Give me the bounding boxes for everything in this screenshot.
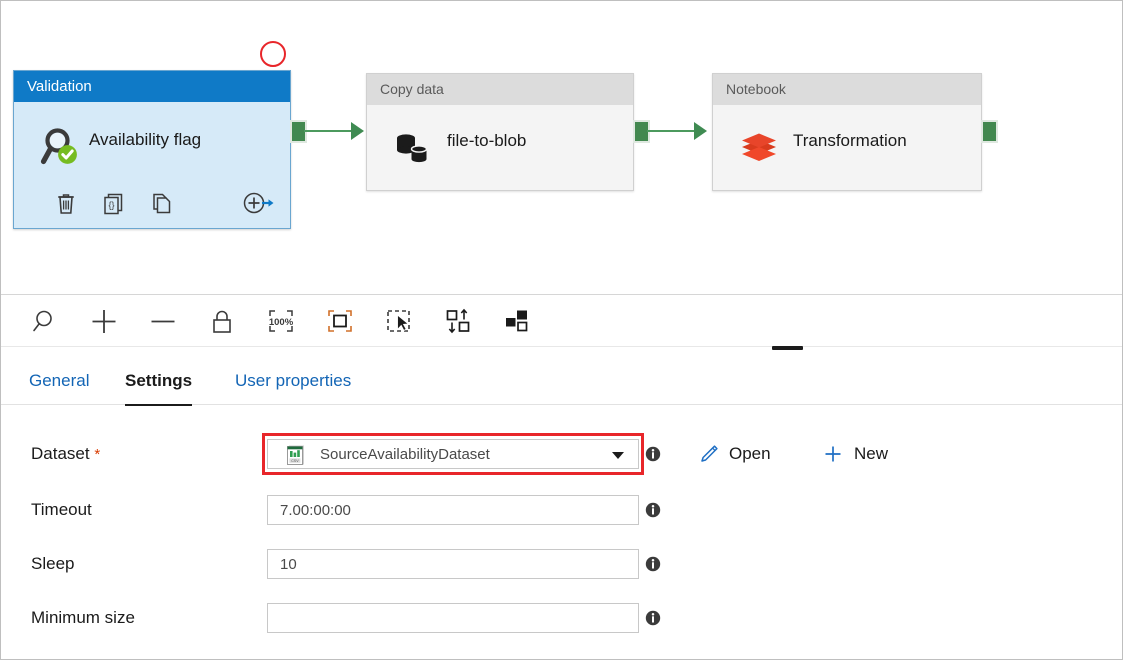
pipeline-editor: Validation Availability flag {} Copy dat… xyxy=(0,0,1123,660)
timeout-input[interactable]: 7.00:00:00 xyxy=(267,495,639,525)
form-row-sleep: Sleep 10 xyxy=(1,549,1122,579)
csv-file-icon: CSV xyxy=(286,444,308,466)
minimum-size-input[interactable] xyxy=(267,603,639,633)
node-body: Availability flag {} xyxy=(14,102,290,228)
node-name-label: file-to-blob xyxy=(447,131,527,150)
connector-output-notebook[interactable] xyxy=(981,120,998,143)
sleep-input[interactable]: 10 xyxy=(267,549,639,579)
connector-line-2 xyxy=(647,130,697,132)
activity-node-validation[interactable]: Validation Availability flag {} xyxy=(13,70,291,229)
auto-align-icon[interactable] xyxy=(440,304,476,338)
connector-line-1 xyxy=(304,130,354,132)
chevron-down-icon[interactable] xyxy=(612,452,624,459)
svg-text:CSV: CSV xyxy=(291,459,299,463)
node-type-label: Validation xyxy=(14,71,290,102)
trash-icon[interactable] xyxy=(52,189,80,217)
svg-text:{}: {} xyxy=(108,200,114,210)
node-type-label: Copy data xyxy=(367,74,633,105)
timeout-label: Timeout xyxy=(31,500,92,519)
connector-arrow-1 xyxy=(351,122,364,140)
properties-tabs: General Settings User properties xyxy=(1,357,1122,406)
sleep-value: 10 xyxy=(280,556,297,573)
add-arrow-icon[interactable] xyxy=(242,189,276,217)
sleep-label: Sleep xyxy=(31,554,75,573)
plus-icon[interactable] xyxy=(86,304,122,338)
info-icon-timeout[interactable] xyxy=(645,502,661,518)
pipeline-canvas[interactable]: Validation Availability flag {} Copy dat… xyxy=(1,1,1122,295)
node-layout-icon[interactable] xyxy=(499,304,535,338)
fit-to-screen-icon[interactable] xyxy=(322,304,358,338)
timeout-value: 7.00:00:00 xyxy=(280,502,351,519)
database-copy-icon xyxy=(391,127,435,171)
svg-text:100%: 100% xyxy=(269,317,294,328)
info-icon-dataset[interactable] xyxy=(645,446,661,462)
dataset-label-text: Dataset xyxy=(31,444,90,463)
databricks-layers-icon xyxy=(737,127,781,171)
magnifier-check-icon xyxy=(38,124,84,170)
code-braces-icon[interactable]: {} xyxy=(99,189,127,217)
new-dataset-button[interactable]: New xyxy=(854,439,888,469)
node-action-bar: {} xyxy=(14,189,290,219)
node-body: Transformation xyxy=(713,105,981,190)
lock-icon[interactable] xyxy=(204,304,240,338)
node-type-label: Notebook xyxy=(713,74,981,105)
required-marker: * xyxy=(94,446,101,463)
info-icon-minimum-size[interactable] xyxy=(645,610,661,626)
form-row-dataset: Dataset * CSV SourceAvailabilityDataset … xyxy=(1,433,1122,475)
form-row-timeout: Timeout 7.00:00:00 xyxy=(1,495,1122,525)
minus-icon[interactable] xyxy=(145,304,181,338)
minimum-size-label: Minimum size xyxy=(31,608,135,627)
node-name-label: Availability flag xyxy=(89,130,202,149)
tab-general[interactable]: General xyxy=(29,357,89,404)
tab-settings[interactable]: Settings xyxy=(125,357,193,406)
settings-form: Dataset * CSV SourceAvailabilityDataset … xyxy=(1,405,1122,659)
panel-resize-handle[interactable] xyxy=(772,346,803,350)
info-icon-sleep[interactable] xyxy=(645,556,661,572)
dataset-label: Dataset * xyxy=(31,439,100,470)
zoom-100-percent-icon[interactable]: 100% xyxy=(263,304,299,338)
activity-node-copy-data[interactable]: Copy data file-to-blob xyxy=(366,73,634,191)
marquee-select-icon[interactable] xyxy=(381,304,417,338)
open-dataset-button[interactable]: Open xyxy=(729,439,771,469)
annotation-circle xyxy=(260,41,286,67)
connector-arrow-2 xyxy=(694,122,707,140)
copy-pages-icon[interactable] xyxy=(146,189,174,217)
node-body: file-to-blob xyxy=(367,105,633,190)
canvas-toolbar: 100% xyxy=(1,295,1122,347)
magnifier-icon[interactable] xyxy=(27,304,63,338)
form-row-minimum-size: Minimum size xyxy=(1,603,1122,633)
pencil-icon[interactable] xyxy=(698,443,720,465)
tab-user-properties[interactable]: User properties xyxy=(235,357,351,404)
activity-node-notebook[interactable]: Notebook Transformation xyxy=(712,73,982,191)
plus-icon-new-dataset[interactable] xyxy=(822,443,844,465)
node-name-label: Transformation xyxy=(793,131,907,150)
dataset-dropdown[interactable]: CSV SourceAvailabilityDataset xyxy=(267,439,639,469)
dataset-value: SourceAvailabilityDataset xyxy=(320,446,490,463)
